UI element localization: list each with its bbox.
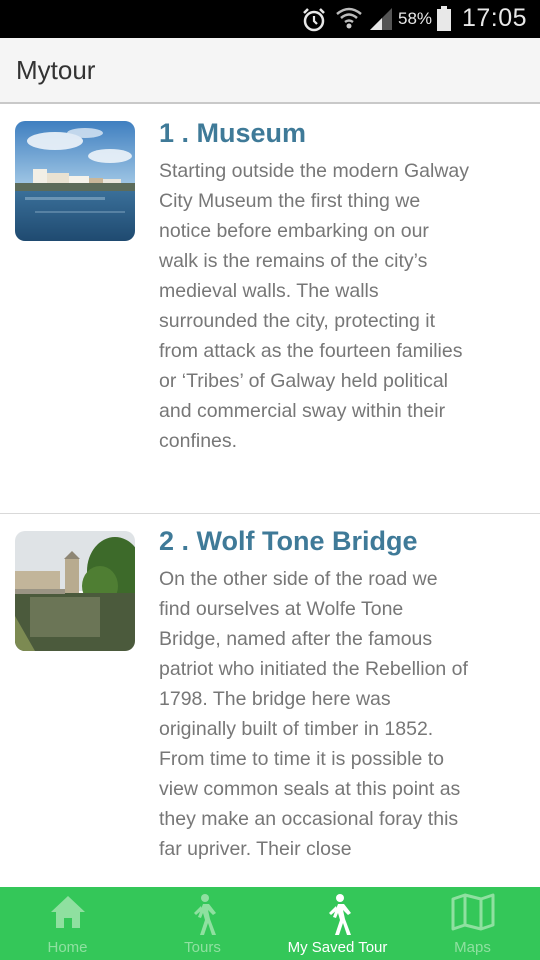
battery-percent: 58% [398, 9, 433, 28]
alarm-icon [300, 6, 328, 39]
nav-maps[interactable]: Maps [405, 887, 540, 960]
wifi-icon [335, 5, 363, 36]
nav-label: Home [47, 939, 88, 956]
stop-title: 1 . Museum [159, 118, 307, 148]
walking-person-icon [320, 893, 356, 942]
stop-description: Starting outside the modern Galway City … [159, 160, 470, 452]
battery-icon [436, 6, 452, 37]
tour-stop-list[interactable]: 1 . Museum Starting outside the modern G… [0, 104, 540, 887]
stop-description: On the other side of the road we find ou… [159, 568, 468, 860]
nav-my-saved-tour[interactable]: My Saved Tour [270, 887, 405, 960]
bridge-thumbnail [15, 531, 135, 651]
page-title: Mytour [16, 55, 96, 85]
app-bar: Mytour [0, 38, 540, 104]
walking-person-icon [185, 893, 221, 942]
status-clock: 17:05 [462, 4, 528, 32]
tour-stop-item[interactable]: 2 . Wolf Tone Bridge On the other side o… [0, 514, 540, 887]
home-icon [49, 893, 87, 936]
museum-thumbnail [15, 121, 135, 241]
nav-tours[interactable]: Tours [135, 887, 270, 960]
nav-home[interactable]: Home [0, 887, 135, 960]
nav-label: Tours [184, 939, 221, 956]
bottom-nav: Home Tours My Saved Tour Maps [0, 887, 540, 960]
nav-label: My Saved Tour [287, 939, 388, 956]
map-icon [451, 893, 495, 936]
status-bar: 58% 17:05 [0, 0, 540, 38]
tour-stop-item[interactable]: 1 . Museum Starting outside the modern G… [0, 104, 540, 514]
stop-title: 2 . Wolf Tone Bridge [159, 526, 418, 556]
signal-icon [368, 7, 394, 36]
nav-label: Maps [454, 939, 491, 956]
